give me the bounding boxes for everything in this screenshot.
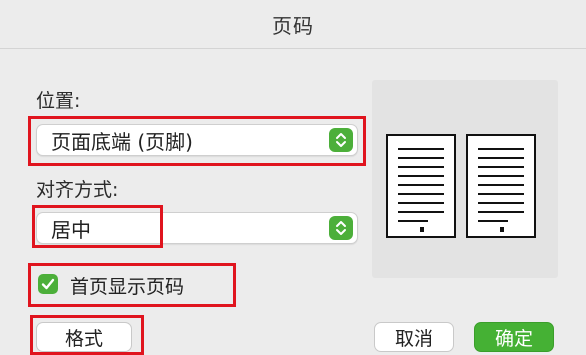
highlight-box-checkbox — [28, 263, 236, 307]
preview-page-left — [386, 134, 456, 238]
dialog-title: 页码 — [0, 0, 586, 49]
ok-button[interactable]: 确定 — [474, 322, 554, 352]
alignment-label: 对齐方式: — [36, 179, 119, 201]
cancel-button[interactable]: 取消 — [374, 322, 454, 352]
preview-page-right — [466, 134, 536, 238]
highlight-box-position — [28, 116, 366, 166]
highlight-box-alignment — [32, 205, 163, 248]
page-number-dialog: 页码 位置: 页面底端 (页脚) 对齐方式: 居中 首页显示页码 格式 取消 确… — [0, 0, 586, 355]
page-preview — [372, 80, 558, 278]
page-number-marker — [420, 227, 424, 232]
chevron-up-down-icon[interactable] — [329, 216, 353, 240]
highlight-box-format — [30, 315, 144, 355]
page-number-marker — [500, 227, 504, 232]
position-label: 位置: — [36, 90, 81, 112]
